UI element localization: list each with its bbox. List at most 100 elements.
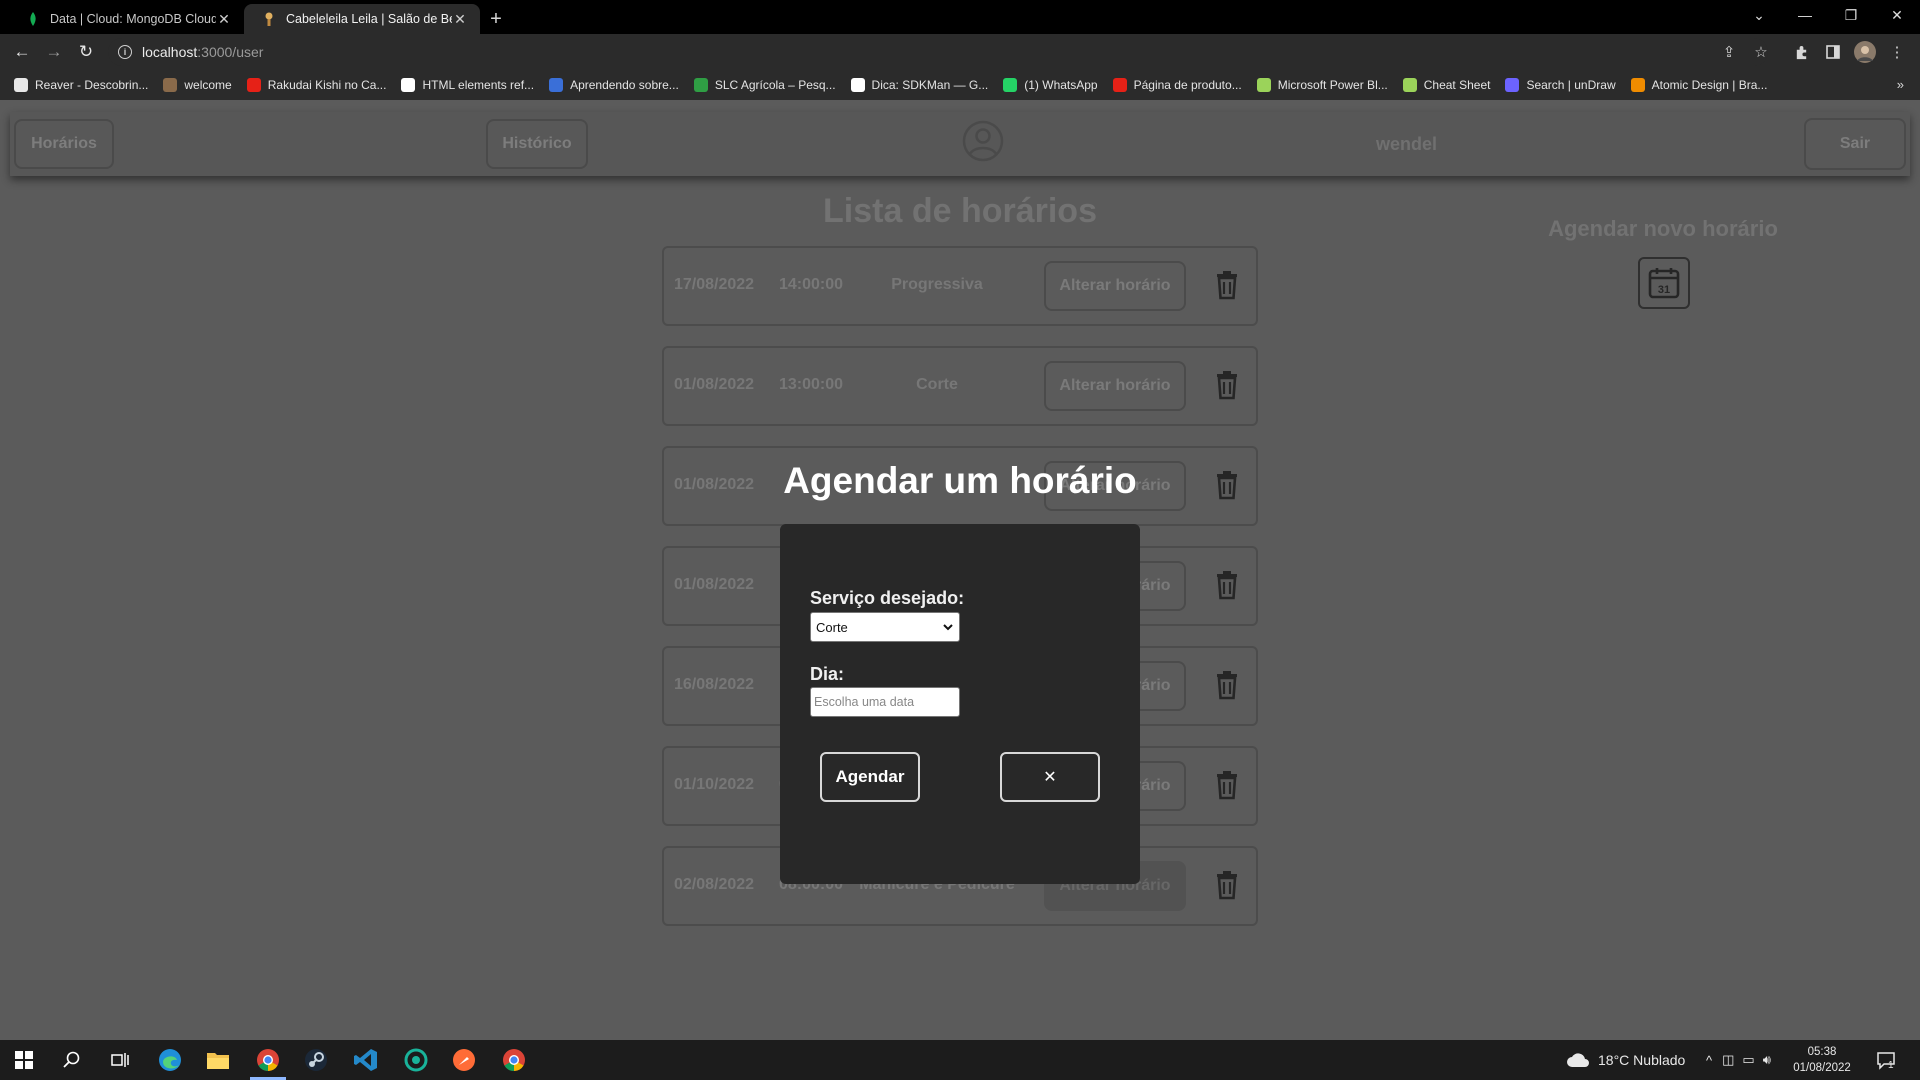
close-window-icon[interactable]: ✕ (1874, 0, 1920, 30)
bookmark-item[interactable]: Rakudai Kishi no Ca... (246, 78, 387, 92)
steam-icon[interactable] (292, 1040, 340, 1080)
new-appointment-button[interactable]: 31 (1638, 257, 1690, 309)
modal-heading: Agendar um horário (783, 460, 1137, 501)
bookmark-item[interactable]: Search | unDraw (1505, 78, 1616, 92)
back-icon[interactable]: ← (6, 36, 38, 68)
profile-avatar-icon[interactable] (1852, 39, 1878, 65)
calendar-icon: 31 (1648, 268, 1680, 299)
service-select[interactable]: Corte (810, 612, 960, 642)
extensions-icon[interactable] (1788, 39, 1814, 65)
agendar-button[interactable]: Agendar (820, 752, 920, 802)
tab-mongodb[interactable]: Data | Cloud: MongoDB Cloud ✕ (8, 4, 244, 34)
trash-icon[interactable] (1214, 770, 1240, 800)
volume-icon[interactable]: 🔊︎ (1763, 1052, 1771, 1068)
address-bar[interactable]: i localhost:3000/user (108, 38, 1768, 66)
date-input-placeholder: Escolha uma data (814, 695, 915, 709)
close-tab-icon[interactable]: ✕ (452, 11, 468, 28)
tab-title: Cabeleleila Leila | Salão de Beleza (286, 12, 452, 26)
chevron-down-icon (943, 624, 953, 631)
bookmark-item[interactable]: welcome (163, 78, 232, 92)
bookmark-item[interactable]: SLC Agrícola – Pesq... (693, 78, 836, 92)
side-panel-icon[interactable] (1820, 39, 1846, 65)
reload-icon[interactable]: ↻ (70, 36, 102, 68)
bookmark-item[interactable]: HTML elements ref... (401, 78, 534, 92)
horarios-button[interactable]: Horários (14, 119, 114, 169)
bookmark-item[interactable]: Dica: SDKMan — G... (850, 78, 989, 92)
bookmark-label: Aprendendo sobre... (570, 78, 679, 92)
sair-button[interactable]: Sair (1804, 118, 1906, 170)
username-label: wendel (1376, 134, 1438, 154)
bookmark-favicon-icon (14, 78, 28, 92)
bookmark-item[interactable]: Aprendendo sobre... (549, 78, 679, 92)
share-icon[interactable]: ⇪ (1716, 39, 1742, 65)
mongodb-leaf-icon (26, 12, 40, 26)
close-tab-icon[interactable]: ✕ (216, 11, 232, 28)
trash-icon[interactable] (1214, 370, 1240, 400)
vscode-icon[interactable] (342, 1040, 390, 1080)
salon-favicon-icon (262, 12, 276, 26)
notification-count: 1 (1888, 1059, 1894, 1071)
bookmark-star-icon[interactable]: ☆ (1748, 39, 1774, 65)
date-input[interactable]: Escolha uma data (810, 687, 960, 717)
bookmark-favicon-icon (693, 78, 708, 92)
bookmark-item[interactable]: Página de produto... (1112, 78, 1242, 92)
tab-cabeleleila[interactable]: Cabeleleila Leila | Salão de Beleza ✕ (244, 4, 480, 34)
bookmarks-overflow-icon[interactable]: » (1897, 77, 1904, 92)
bookmark-item[interactable]: Atomic Design | Bra... (1630, 78, 1767, 92)
bookmark-item[interactable]: Cheat Sheet (1402, 78, 1490, 92)
appointment-time: 14:00:00 (779, 276, 844, 293)
tab-title: Data | Cloud: MongoDB Cloud (50, 12, 216, 26)
weather-widget[interactable]: 18°C Nublado (1566, 1040, 1685, 1080)
alterar-horario-button[interactable]: Alterar horário (1044, 361, 1186, 411)
forward-icon[interactable]: → (38, 36, 70, 68)
chrome-profile-icon[interactable] (490, 1040, 538, 1080)
bookmark-label: SLC Agrícola – Pesq... (714, 78, 836, 92)
trash-icon[interactable] (1214, 270, 1240, 300)
windows-start-icon[interactable] (0, 1040, 48, 1080)
bookmark-item[interactable]: (1) WhatsApp (1003, 78, 1098, 92)
bookmark-label: Rakudai Kishi no Ca... (267, 78, 387, 92)
notifications-icon[interactable]: 1 (1876, 1040, 1895, 1080)
trash-icon[interactable] (1214, 670, 1240, 700)
trash-icon[interactable] (1214, 570, 1240, 600)
historico-button[interactable]: Histórico (486, 119, 588, 169)
appointment-service: Progressiva (891, 276, 983, 293)
file-explorer-icon[interactable] (194, 1040, 242, 1080)
search-icon[interactable] (48, 1040, 96, 1080)
meet-now-icon[interactable]: ◫ (1722, 1052, 1734, 1068)
bookmarks-bar: Reaver - Descobrin... welcome Rakudai Kish… (0, 70, 1920, 100)
gitkraken-icon[interactable] (392, 1040, 440, 1080)
close-modal-button[interactable]: ✕ (1000, 752, 1100, 802)
bookmark-label: HTML elements ref... (422, 78, 535, 92)
list-title: Lista de horários (823, 192, 1097, 230)
task-view-icon[interactable] (96, 1040, 144, 1080)
appointment-service: Corte (916, 376, 958, 393)
trash-icon[interactable] (1214, 870, 1240, 900)
postman-icon[interactable] (440, 1040, 488, 1080)
edge-icon[interactable] (146, 1040, 194, 1080)
weather-text: 18°C Nublado (1598, 1052, 1686, 1068)
appointment-date: 02/08/2022 (674, 876, 755, 893)
tab-search-icon[interactable]: ⌄ (1736, 0, 1782, 30)
chrome-icon[interactable] (244, 1040, 292, 1080)
address-toolbar: ← → ↻ i localhost:3000/user ⇪ ☆ ⋮ (0, 34, 1920, 70)
alterar-horario-button[interactable]: Alterar horário (1044, 261, 1186, 311)
show-hidden-icons-icon[interactable]: ^ (1706, 1053, 1712, 1068)
site-info-icon[interactable]: i (118, 45, 132, 59)
bookmark-favicon-icon (1505, 78, 1520, 92)
bookmark-label: Microsoft Power Bl... (1277, 78, 1388, 92)
cloud-icon (1567, 1053, 1589, 1067)
top-navigation: Horários Histórico wendel Sair (10, 112, 1910, 176)
bookmark-item[interactable]: Microsoft Power Bl... (1256, 78, 1388, 92)
clock[interactable]: 05:38 01/08/2022 (1782, 1044, 1862, 1076)
minimize-icon[interactable]: — (1782, 0, 1828, 30)
service-select-value: Corte (816, 619, 848, 635)
bookmark-item[interactable]: Reaver - Descobrin... (14, 78, 148, 92)
menu-kebab-icon[interactable]: ⋮ (1884, 39, 1910, 65)
schedule-modal: Serviço desejado: Corte Dia: Escolha uma… (780, 524, 1140, 884)
bookmark-label: welcome (184, 78, 232, 92)
new-tab-button[interactable]: + (480, 4, 512, 34)
network-icon[interactable]: ▭ (1742, 1052, 1754, 1068)
bookmark-label: Dica: SDKMan — G... (871, 78, 989, 92)
restore-icon[interactable]: ❐ (1828, 0, 1874, 30)
